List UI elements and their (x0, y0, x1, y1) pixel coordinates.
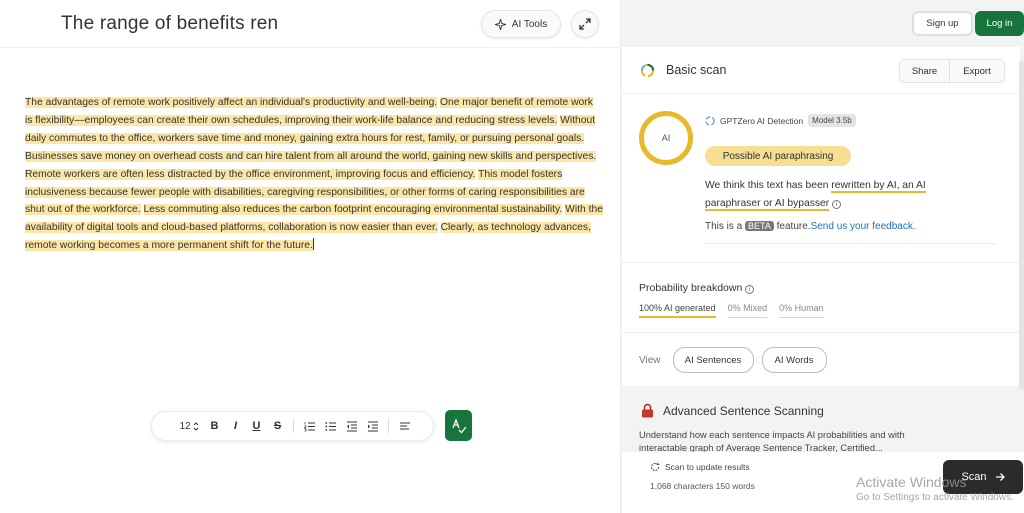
windows-activation-watermark: Activate Windows Go to Settings to activ… (856, 474, 1014, 503)
document-title[interactable]: The range of benefits ren (61, 13, 278, 35)
info-icon[interactable]: i (745, 285, 755, 294)
tab-ai-generated[interactable]: 100% AI generated (639, 303, 716, 318)
scan-title: Basic scan (666, 63, 727, 77)
ai-tools-label: AI Tools (511, 18, 548, 30)
refresh-icon (651, 462, 660, 472)
view-row: View AI Sentences AI Words (639, 347, 827, 373)
sentence: Remote workers are often less distracted… (25, 168, 476, 180)
panel-scrollbar[interactable] (1019, 60, 1024, 390)
verdict-explanation: We think this text has been rewritten by… (705, 177, 980, 212)
ai-sentences-button[interactable]: AI Sentences (672, 347, 754, 373)
scan-header: Basic scan Share Export (622, 47, 1020, 94)
info-icon[interactable]: i (832, 199, 842, 209)
toolbar-divider (388, 419, 389, 433)
ai-tools-button[interactable]: AI Tools (481, 10, 561, 38)
beta-prefix: This is a (705, 221, 743, 232)
bold-button[interactable]: B (204, 416, 225, 436)
lock-icon (642, 403, 653, 418)
tab-mixed[interactable]: 0% Mixed (727, 303, 768, 318)
ai-words-button[interactable]: AI Words (761, 347, 827, 373)
probability-title: Probability breakdown i (639, 282, 755, 294)
bullet-list-icon (324, 421, 336, 431)
explain-prefix: We think this text has been (705, 180, 829, 191)
text-caret (312, 238, 314, 251)
document-body[interactable]: The advantages of remote work positively… (25, 94, 603, 255)
scan-update-text: Scan to update results (665, 462, 750, 472)
share-button[interactable]: Share (899, 59, 950, 83)
strikethrough-button[interactable]: S (267, 416, 288, 436)
editor-pane: The range of benefits ren AI Tools The a… (0, 0, 621, 513)
italic-button[interactable]: I (225, 416, 246, 436)
ai-score-ring: AI (639, 111, 693, 165)
sparkle-icon (494, 18, 506, 30)
scan-update-row: Scan to update results (650, 462, 750, 472)
scan-panel: Basic scan Share Export AI GPTZero AI De… (622, 47, 1020, 513)
outdent-icon (346, 420, 357, 432)
align-left-icon (399, 422, 410, 430)
font-size-value: 12 (179, 420, 191, 432)
export-button[interactable]: Export (949, 59, 1005, 83)
gptzero-logo-icon (640, 63, 655, 78)
beta-suffix: feature. (776, 221, 811, 232)
beta-line: This is a BETA feature.Send us your feed… (705, 221, 916, 232)
signup-button[interactable]: Sign up (912, 11, 973, 36)
sentence: Businesses save money on overhead costs … (25, 150, 597, 162)
divider (705, 243, 997, 244)
probability-title-text: Probability breakdown (639, 282, 743, 294)
watermark-line1: Activate Windows (856, 474, 967, 490)
feedback-link[interactable]: Send us your feedback. (811, 221, 916, 232)
watermark-line2: Go to Settings to activate Windows. (856, 492, 1014, 503)
character-word-count: 1,068 characters 150 words (650, 481, 755, 491)
probability-tabs: 100% AI generated 0% Mixed 0% Human (639, 303, 824, 318)
divider (622, 332, 1020, 333)
editor-divider (0, 47, 621, 48)
detector-name: GPTZero AI Detection (720, 115, 804, 126)
ai-ring-label: AI (661, 133, 671, 143)
sentence: The advantages of remote work positively… (25, 97, 438, 108)
expand-icon (579, 18, 591, 30)
sentence: Less commuting also reduces the carbon f… (143, 204, 563, 216)
spellcheck-icon (451, 417, 467, 433)
detector-icon (705, 115, 715, 126)
view-label: View (639, 354, 661, 366)
numbered-list-button[interactable] (299, 416, 320, 436)
model-badge: Model 3.5b (808, 114, 856, 127)
advanced-title: Advanced Sentence Scanning (663, 404, 824, 418)
indent-button[interactable] (362, 416, 383, 436)
spellcheck-button[interactable] (445, 410, 472, 441)
align-left-button[interactable] (394, 416, 415, 436)
login-button[interactable]: Log in (975, 11, 1024, 36)
updown-chevron-icon (193, 421, 198, 431)
outdent-button[interactable] (341, 416, 362, 436)
font-size-select[interactable]: 12 (174, 416, 204, 436)
toolbar-divider (293, 419, 294, 433)
underline-button[interactable]: U (246, 416, 267, 436)
numbered-list-icon (303, 421, 315, 431)
verdict-badge: Possible AI paraphrasing (705, 146, 851, 166)
beta-badge: BETA (745, 221, 774, 231)
divider (622, 262, 1020, 263)
formatting-toolbar: 12 B I U S (151, 411, 434, 441)
tab-human[interactable]: 0% Human (779, 303, 824, 318)
detector-row: GPTZero AI Detection Model 3.5b (705, 114, 856, 127)
bullet-list-button[interactable] (320, 416, 341, 436)
indent-icon (367, 420, 378, 432)
expand-button[interactable] (571, 10, 599, 38)
